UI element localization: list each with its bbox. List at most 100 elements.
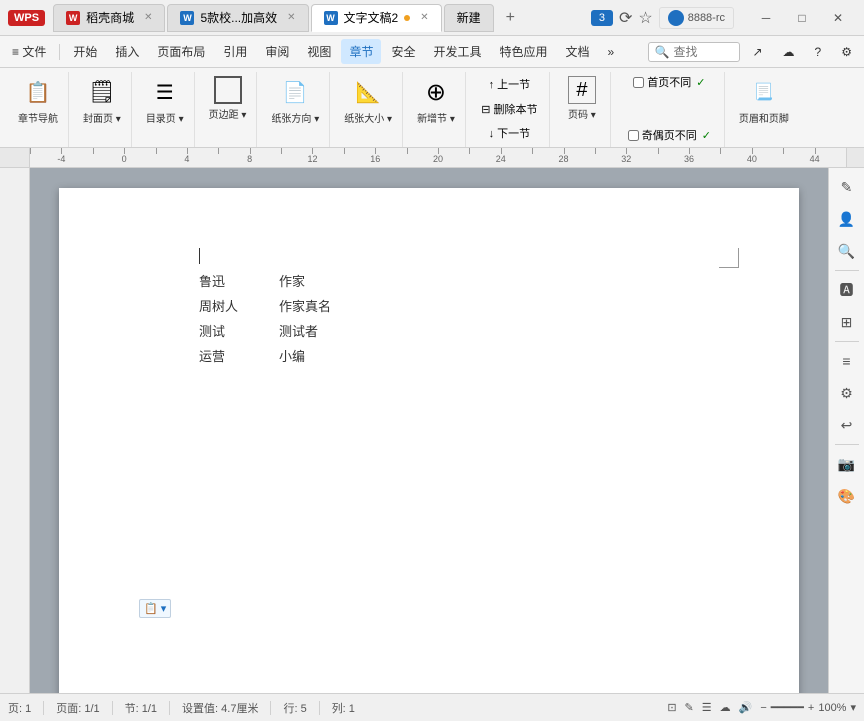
tab-close-daoke[interactable]: ✕ (144, 12, 152, 23)
right-tool-color[interactable]: 🎨 (832, 481, 862, 511)
status-sep-4 (270, 701, 271, 715)
main-area: 鲁迅作家周树人作家真名测试测试者运营小编 📋 ▾ ✎ 👤 🔍 🅰 ⊞ ≡ ⚙ ↩… (0, 168, 864, 693)
menu-settings[interactable]: ⚙ (833, 41, 860, 63)
prev-section-button[interactable]: ↑ 上一节 (485, 74, 535, 94)
zoom-in-button[interactable]: + (808, 702, 814, 714)
paste-button[interactable]: 📋 ▾ (139, 599, 171, 618)
header-footer-icon: 📃 (748, 76, 780, 108)
menu-developer[interactable]: 开发工具 (425, 39, 489, 64)
paper-size-icon: 📐 (352, 76, 384, 108)
new-tab-button[interactable]: + (496, 5, 525, 31)
zoom-control: − ━━━━━ + 100% ▾ (760, 701, 856, 714)
right-tool-font[interactable]: 🅰 (832, 275, 862, 305)
menu-help[interactable]: ? (807, 41, 830, 63)
right-tool-settings[interactable]: ⚙ (832, 378, 862, 408)
minimize-button[interactable]: ─ (748, 0, 784, 36)
status-icon-cloud[interactable]: ☁ (720, 701, 731, 714)
count-badge[interactable]: 3 (591, 10, 613, 26)
restore-button[interactable]: □ (784, 0, 820, 36)
table-cell-role: 测试者 (279, 318, 359, 343)
right-tool-image[interactable]: 📷 (832, 449, 862, 479)
menu-security[interactable]: 安全 (383, 39, 423, 64)
right-tool-table[interactable]: ⊞ (832, 307, 862, 337)
right-tool-undo[interactable]: ↩ (832, 410, 862, 440)
zoom-slider[interactable]: ━━━━━ (771, 701, 804, 714)
cover-page-button[interactable]: 🗒 封面页 ▾ (79, 74, 125, 127)
close-button[interactable]: ✕ (820, 0, 856, 36)
ribbon-group-margin: 页边距 ▾ (199, 72, 258, 147)
table-row: 鲁迅作家 (199, 268, 359, 293)
tab-5eff[interactable]: W 5款校...加高效 ✕ (167, 4, 308, 32)
page-margin-label: 页边距 ▾ (209, 106, 247, 121)
menu-layout[interactable]: 页面布局 (149, 39, 213, 64)
ribbon-group-cover: 🗒 封面页 ▾ (73, 72, 132, 147)
page-num-button[interactable]: # 页码 ▾ (560, 74, 604, 123)
menu-review[interactable]: 审阅 (257, 39, 297, 64)
odd-even-diff-row: 奇偶页不同 ✓ (628, 127, 711, 143)
bookmark-icon[interactable]: ☆ (638, 8, 652, 28)
document-page[interactable]: 鲁迅作家周树人作家真名测试测试者运营小编 📋 ▾ (59, 188, 799, 693)
ruler-label: -4 (57, 154, 65, 164)
toc-button[interactable]: ☰ 目录页 ▾ (142, 74, 188, 127)
tab-daoke[interactable]: W 稻壳商城 ✕ (53, 4, 165, 32)
ruler-mark (720, 148, 721, 154)
first-page-diff-checkbox[interactable] (633, 77, 644, 88)
menu-share[interactable]: ↗ (744, 41, 770, 63)
status-icon-layout[interactable]: ⊡ (667, 701, 676, 714)
tab-dot-wenzidoc (404, 15, 410, 21)
chapter-nav-button[interactable]: 📋 章节导航 (14, 74, 62, 127)
odd-even-diff-checkbox[interactable] (628, 130, 639, 141)
tab-new[interactable]: 新建 (444, 4, 494, 32)
right-tool-pen[interactable]: ✎ (832, 172, 862, 202)
tab-close-5eff[interactable]: ✕ (287, 12, 295, 23)
del-section-button[interactable]: ⊟ 删除本节 (477, 99, 541, 119)
tab-label-daoke: 稻壳商城 (86, 9, 134, 26)
new-section-button[interactable]: ⊕ 新增节 ▾ (413, 74, 459, 127)
ruler-label: 44 (810, 154, 820, 164)
status-icon-sound[interactable]: 🔊 (739, 701, 753, 714)
menu-cloud[interactable]: ☁ (775, 41, 803, 63)
right-tool-list[interactable]: ≡ (832, 346, 862, 376)
paper-size-label: 纸张大小 ▾ (344, 110, 392, 125)
user-area[interactable]: 8888-rc (659, 7, 734, 29)
right-tool-search[interactable]: 🔍 (832, 236, 862, 266)
search-input[interactable] (673, 45, 733, 59)
zoom-dropdown[interactable]: ▾ (850, 701, 856, 714)
ruler-label: 12 (307, 154, 317, 164)
header-footer-button[interactable]: 📃 页眉和页脚 (735, 74, 793, 127)
zoom-level: 100% (818, 702, 846, 714)
menu-doc[interactable]: 文档 (558, 39, 598, 64)
paper-size-button[interactable]: 📐 纸张大小 ▾ (340, 74, 396, 127)
toc-icon: ☰ (149, 76, 181, 108)
page-margin-icon (214, 76, 242, 104)
ribbon: 📋 章节导航 🗒 封面页 ▾ ☰ 目录页 ▾ 页边距 ▾ 📄 纸张方向 ▾ (0, 68, 864, 148)
page-margin-button[interactable]: 页边距 ▾ (205, 74, 251, 123)
wps-logo: WPS (8, 10, 45, 26)
menu-special[interactable]: 特色应用 (491, 39, 555, 64)
table-cell-role: 作家真名 (279, 293, 359, 318)
menu-home[interactable]: 开始 (65, 39, 105, 64)
refresh-icon[interactable]: ⟳ (619, 8, 632, 28)
status-page: 页: 1 (8, 700, 31, 716)
menu-insert[interactable]: 插入 (107, 39, 147, 64)
menu-section[interactable]: 章节 (341, 39, 381, 64)
status-icon-edit[interactable]: ✎ (685, 701, 694, 714)
vertical-ruler (0, 168, 30, 693)
paper-orient-button[interactable]: 📄 纸张方向 ▾ (267, 74, 323, 127)
status-icon-format[interactable]: ☰ (702, 701, 712, 714)
table-cell-name: 鲁迅 (199, 268, 279, 293)
menu-hamburger[interactable]: ≡ 文件 (4, 39, 54, 64)
status-setting: 设置值: 4.7厘米 (182, 700, 258, 716)
tab-close-wenzidoc[interactable]: ✕ (420, 12, 428, 23)
right-tool-user[interactable]: 👤 (832, 204, 862, 234)
table-cell-name: 运营 (199, 343, 279, 368)
tab-wenzidoc[interactable]: W 文字文稿2 ✕ (311, 4, 442, 32)
menu-references[interactable]: 引用 (215, 39, 255, 64)
menu-more[interactable]: » (600, 41, 623, 63)
document-container[interactable]: 鲁迅作家周树人作家真名测试测试者运营小编 📋 ▾ (30, 168, 828, 693)
table-row: 测试测试者 (199, 318, 359, 343)
menu-view[interactable]: 视图 (299, 39, 339, 64)
next-section-button[interactable]: ↓ 下一节 (485, 123, 535, 143)
zoom-out-button[interactable]: − (760, 702, 766, 714)
search-box[interactable]: 🔍 (648, 42, 741, 62)
